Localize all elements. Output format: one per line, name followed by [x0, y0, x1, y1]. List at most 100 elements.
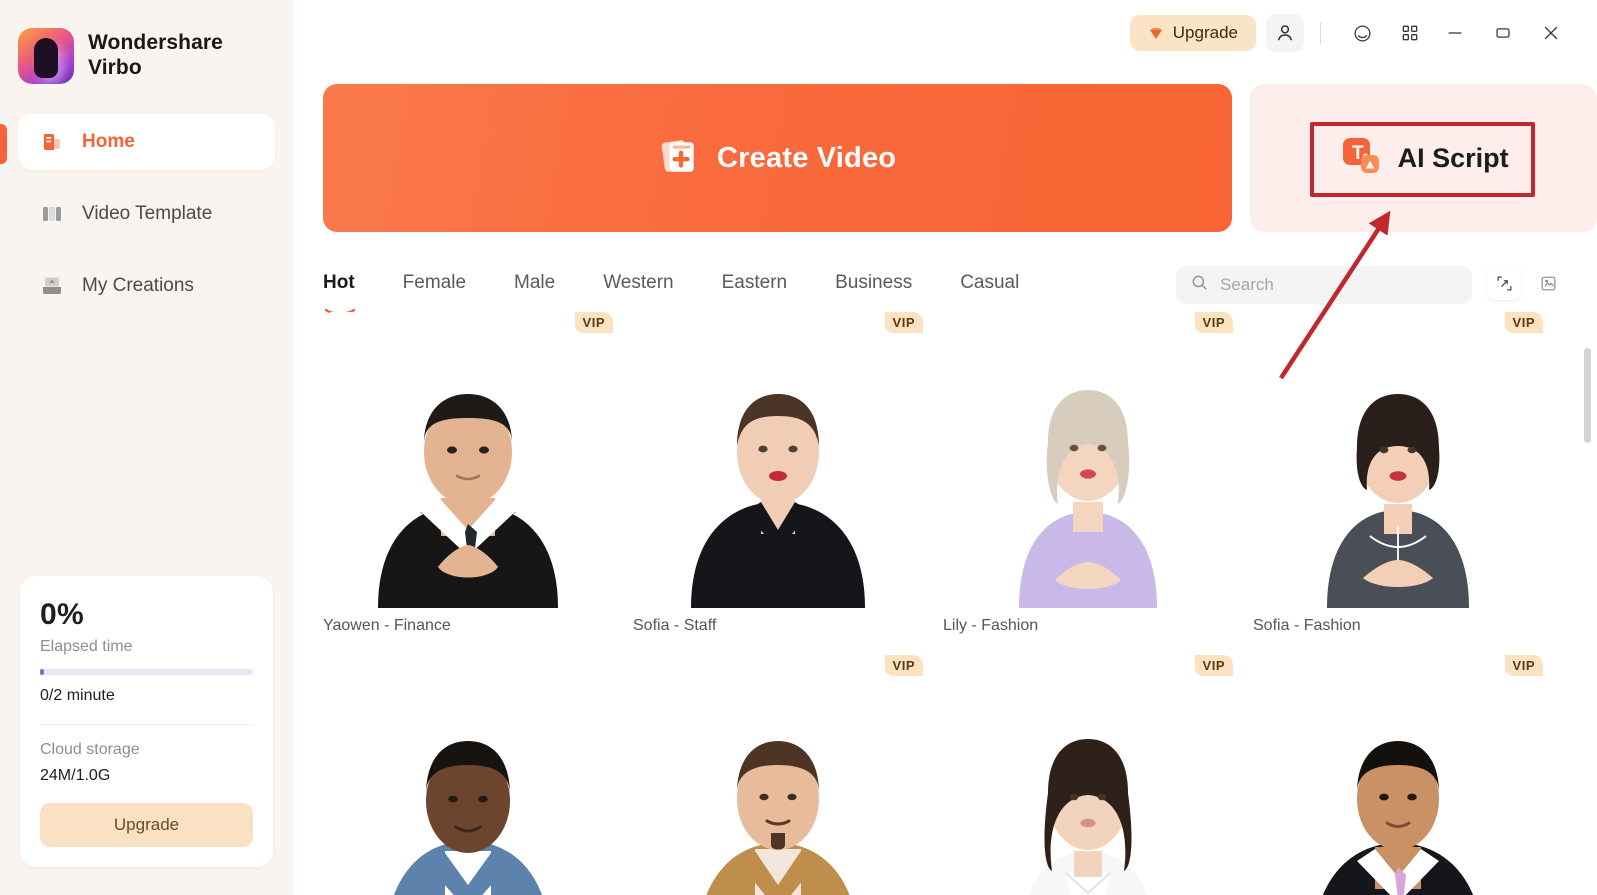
avatar-card[interactable]: VIP	[1253, 655, 1543, 895]
tab-label: Male	[514, 272, 556, 293]
avatar-image	[323, 312, 613, 608]
vip-badge: VIP	[1504, 312, 1543, 333]
ai-script-panel[interactable]: T AI Script	[1250, 84, 1597, 232]
ai-script-button[interactable]: T AI Script	[1339, 134, 1509, 183]
tab-hot[interactable]: Hot	[323, 272, 356, 316]
vip-badge: VIP	[1194, 312, 1233, 333]
brand-name: Wondershare Virbo	[88, 31, 223, 81]
tab-business[interactable]: Business	[835, 272, 912, 298]
avatar-image	[943, 655, 1233, 895]
avatar-card[interactable]: VIP Yaowen - Finance	[323, 312, 613, 635]
ai-script-label: AI Script	[1397, 142, 1509, 173]
avatar-image	[1253, 655, 1543, 895]
avatar-thumbnail[interactable]: VIP	[943, 312, 1233, 608]
avatar-card[interactable]: VIP Lily - Fashion	[943, 312, 1233, 635]
vip-badge: VIP	[884, 312, 923, 333]
video-template-icon	[40, 202, 64, 226]
content-scrollbar[interactable]	[1584, 348, 1591, 443]
ai-script-icon: T	[1339, 134, 1383, 183]
tab-label: Casual	[960, 272, 1020, 293]
tab-western[interactable]: Western	[603, 272, 673, 298]
help-circle-icon[interactable]	[1343, 14, 1381, 52]
avatar-grid: VIP Yaowen - Finance VIP Sofia - Staff V…	[293, 298, 1597, 895]
virbo-app-logo-icon	[18, 28, 74, 84]
sidebar-item-label: Video Template	[82, 203, 213, 224]
account-icon[interactable]	[1266, 14, 1304, 52]
brand: Wondershare Virbo	[0, 0, 293, 84]
vip-badge: VIP	[1194, 655, 1233, 676]
search-input[interactable]	[1220, 275, 1458, 295]
brand-line-1: Wondershare	[88, 31, 223, 55]
sidebar-item-label: Home	[82, 131, 135, 152]
apps-grid-icon[interactable]	[1391, 14, 1429, 52]
tab-label: Hot	[323, 272, 355, 293]
titlebar-divider	[1320, 22, 1321, 44]
avatar-name: Sofia - Staff	[633, 617, 717, 634]
upgrade-button-label: Upgrade	[1172, 23, 1238, 42]
tab-male[interactable]: Male	[514, 272, 555, 298]
portrait-view-icon[interactable]	[1531, 266, 1565, 300]
avatar-card[interactable]: VIP Sofia - Staff	[633, 312, 923, 635]
sidebar-item-label: My Creations	[82, 275, 194, 296]
avatar-thumbnail[interactable]: VIP	[943, 655, 1233, 895]
avatar-thumbnail[interactable]: VIP	[323, 312, 613, 608]
minimize-icon[interactable]	[1433, 12, 1477, 54]
tab-label: Eastern	[721, 272, 788, 293]
avatar-card[interactable]: VIP	[943, 655, 1233, 895]
avatar-image	[1253, 312, 1543, 608]
avatar-thumbnail[interactable]: VIP	[633, 655, 923, 895]
avatar-card[interactable]	[323, 655, 613, 895]
close-icon[interactable]	[1529, 12, 1573, 54]
sidebar-item-home[interactable]: Home	[18, 114, 275, 170]
title-bar: Upgrade	[293, 0, 1597, 66]
category-tabs: Hot Female Male Western Eastern Business…	[293, 232, 1597, 316]
maximize-icon[interactable]	[1481, 12, 1525, 54]
sidebar-item-video-template[interactable]: Video Template	[18, 186, 275, 242]
avatar-image	[943, 312, 1233, 608]
tab-female[interactable]: Female	[403, 272, 466, 298]
avatar-card[interactable]: VIP Sofia - Fashion	[1253, 312, 1543, 635]
elapsed-progress-fill	[40, 669, 44, 675]
avatar-image	[633, 312, 923, 608]
avatar-name: Lily - Fashion	[943, 617, 1039, 634]
time-used-value: 0/2 minute	[40, 687, 115, 704]
elapsed-time-label: Elapsed time	[40, 638, 133, 655]
sidebar-upgrade-button[interactable]: Upgrade	[40, 803, 253, 847]
avatar-thumbnail[interactable]: VIP	[633, 312, 923, 608]
sidebar-nav: Home Video Template My Creations	[0, 114, 293, 314]
avatar-image	[323, 655, 613, 895]
tab-eastern[interactable]: Eastern	[722, 272, 787, 298]
main-content: Upgrade Create Video T AI Script Hot Fem…	[293, 0, 1597, 895]
search-box[interactable]	[1176, 266, 1472, 304]
cloud-storage-label: Cloud storage	[40, 741, 140, 758]
sidebar-item-my-creations[interactable]: My Creations	[18, 258, 275, 314]
app-window: Wondershare Virbo Home Video Template My…	[0, 0, 1597, 895]
create-video-icon	[659, 135, 701, 182]
usage-percent: 0%	[40, 598, 84, 631]
create-video-banner[interactable]: Create Video	[323, 84, 1233, 232]
usage-divider	[40, 724, 253, 725]
sidebar: Wondershare Virbo Home Video Template My…	[0, 0, 293, 895]
active-indicator-bar	[0, 124, 7, 164]
diamond-icon	[1148, 26, 1164, 40]
tab-active-underline	[324, 300, 356, 316]
brand-line-2: Virbo	[88, 56, 142, 79]
tab-label: Business	[835, 272, 913, 293]
search-icon	[1190, 273, 1209, 297]
usage-card: 0% Elapsed time 0/2 minute Cloud storage…	[20, 576, 273, 867]
avatar-thumbnail[interactable]: VIP	[1253, 312, 1543, 608]
create-video-label: Create Video	[717, 141, 897, 174]
vip-badge: VIP	[574, 312, 613, 333]
avatar-name: Yaowen - Finance	[323, 617, 451, 634]
avatar-name: Sofia - Fashion	[1253, 617, 1361, 634]
my-creations-icon	[40, 274, 64, 298]
avatar-card[interactable]: VIP	[633, 655, 923, 895]
upgrade-button[interactable]: Upgrade	[1129, 15, 1256, 51]
avatar-thumbnail[interactable]: VIP	[1253, 655, 1543, 895]
cloud-storage-value: 24M/1.0G	[40, 767, 111, 784]
elapsed-progress-bar	[40, 669, 253, 675]
expand-view-icon[interactable]	[1487, 266, 1521, 300]
tab-casual[interactable]: Casual	[960, 272, 1019, 298]
avatar-thumbnail[interactable]	[323, 655, 613, 895]
banner-row: Create Video T AI Script	[293, 66, 1597, 232]
